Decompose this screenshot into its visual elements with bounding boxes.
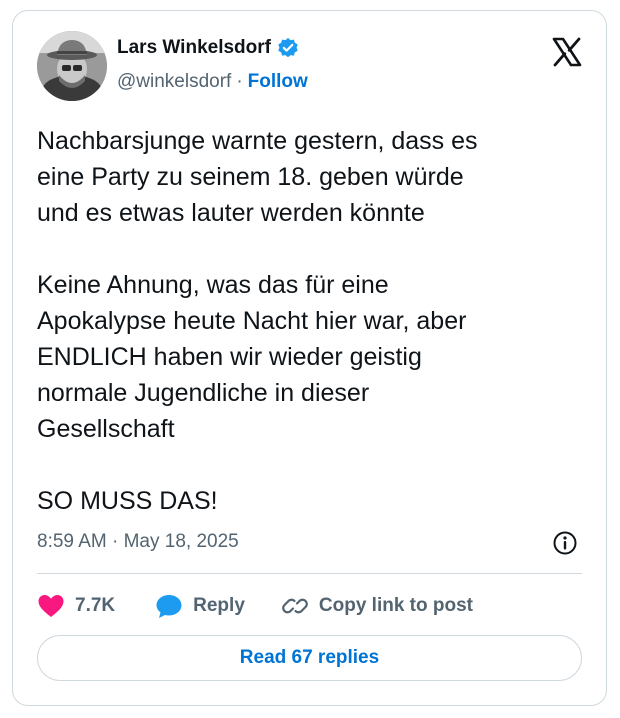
action-bar: 7.7K Reply Copy link to post [37,589,473,623]
like-button[interactable]: 7.7K [37,593,115,619]
tweet-text: Nachbarsjunge warnte gestern, dass es ei… [37,127,478,515]
author-handle-row: @winkelsdorf · Follow [117,71,308,93]
info-icon[interactable] [552,530,578,556]
read-replies-label: Read 67 replies [239,647,380,668]
separator-dot: · [236,71,243,92]
reply-button[interactable]: Reply [155,593,245,619]
follow-button[interactable]: Follow [248,71,308,92]
speech-bubble-icon [156,595,182,618]
avatar[interactable] [37,31,107,101]
profile-photo [37,31,107,101]
tweet-card: Lars Winkelsdorf @winkelsdorf · Follow Nac… [12,10,607,706]
x-logo-icon[interactable] [552,37,582,67]
link-icon [282,598,308,614]
verified-badge-icon [278,38,298,58]
copy-link-button[interactable]: Copy link to post [281,593,473,619]
copy-link-label: Copy link to post [318,595,473,616]
author-name-row: Lars Winkelsdorf [117,37,299,59]
reply-label: Reply [193,595,245,616]
heart-icon [38,595,64,617]
author-name[interactable]: Lars Winkelsdorf [117,37,271,59]
tweet-timestamp[interactable]: 8:59 AM · May 18, 2025 [37,531,239,553]
author-handle[interactable]: @winkelsdorf [117,71,231,92]
divider [37,573,582,574]
read-replies-button[interactable]: Read 67 replies [37,635,582,681]
like-count: 7.7K [75,595,116,616]
